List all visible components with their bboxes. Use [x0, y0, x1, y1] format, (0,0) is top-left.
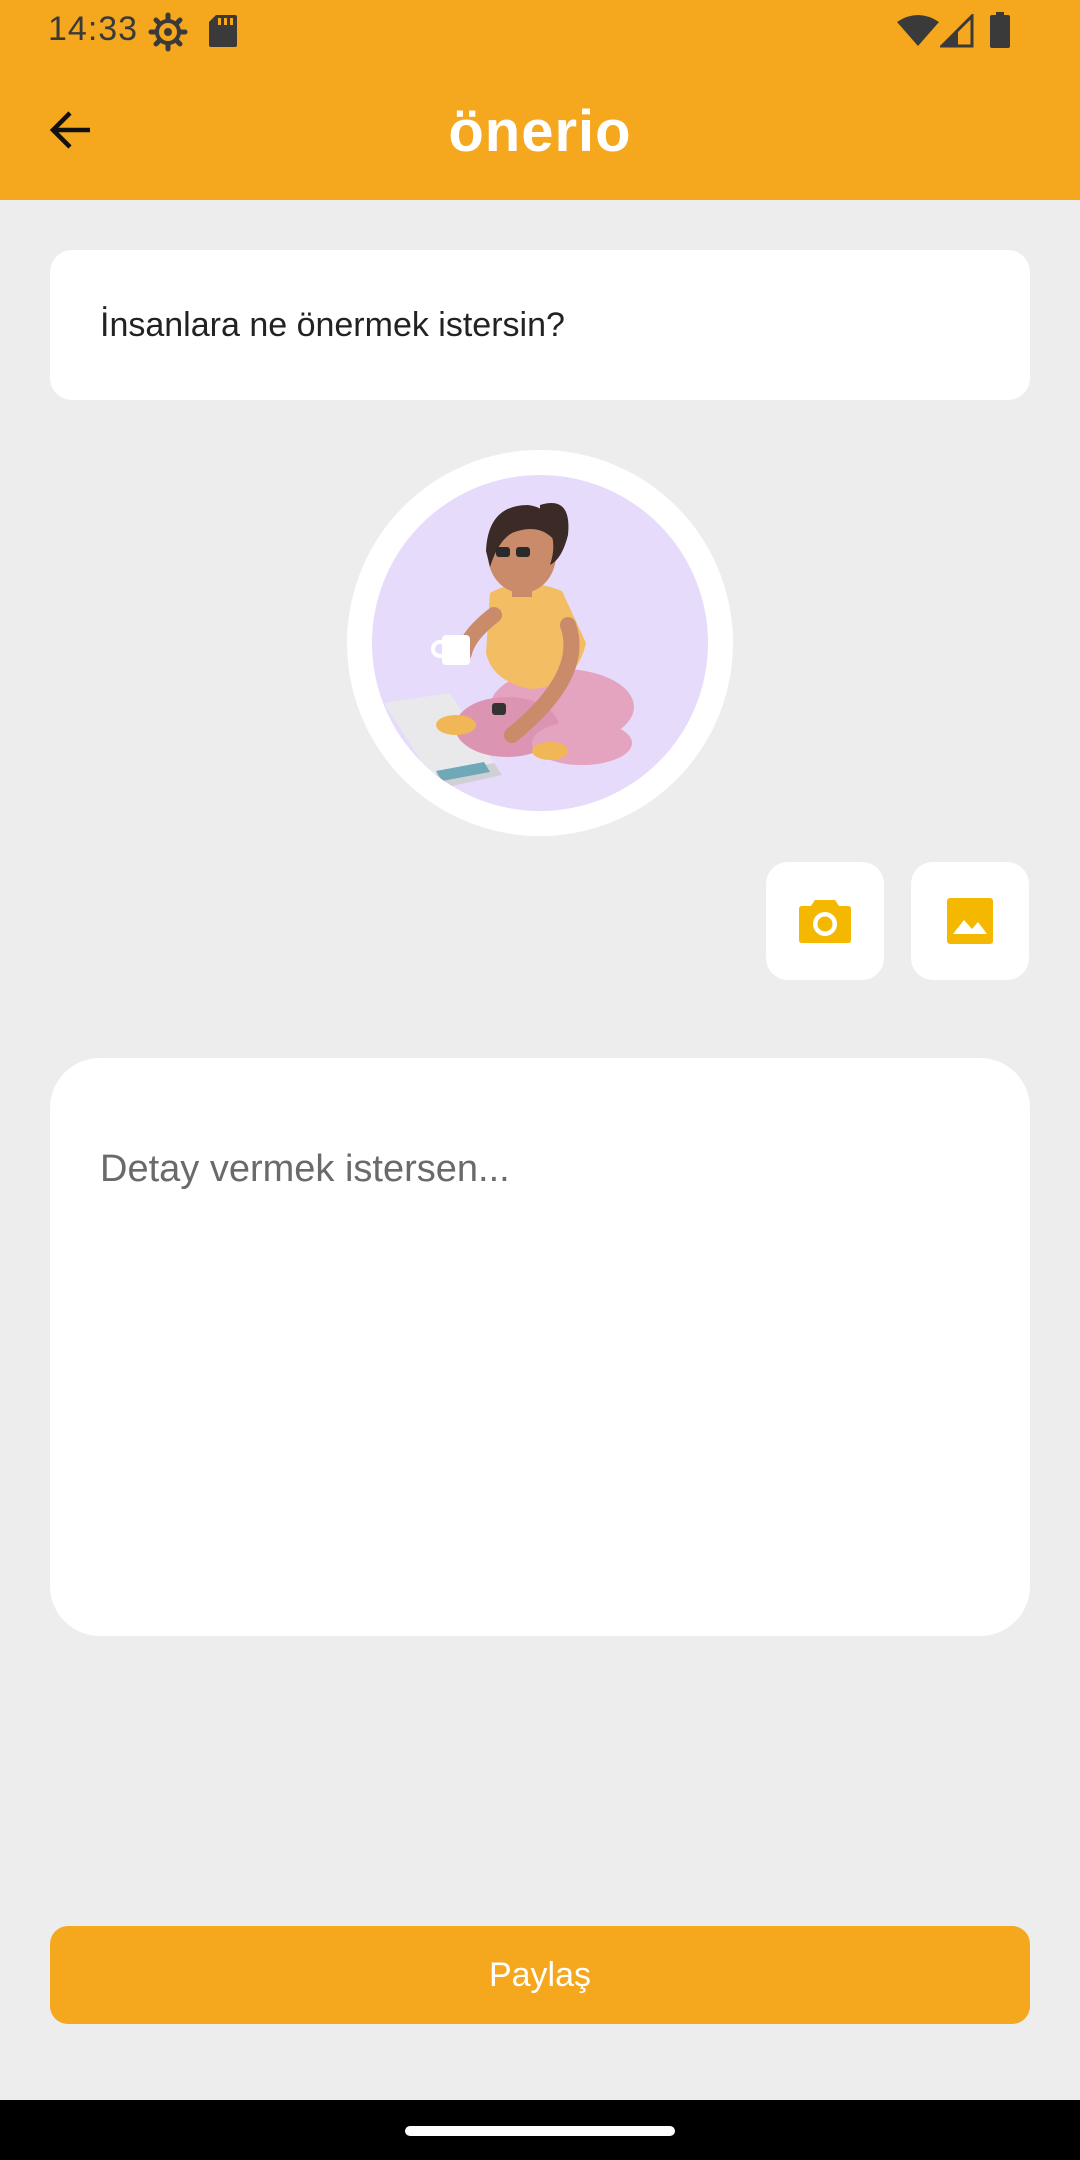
- navigation-bar: [0, 2100, 1080, 2160]
- camera-icon: [799, 900, 851, 943]
- app-header: 14:33 önerio: [0, 0, 1080, 200]
- avatar-frame[interactable]: [347, 450, 733, 836]
- detail-textarea[interactable]: Detay vermek istersen...: [50, 1058, 1030, 1636]
- signal-icon: [940, 14, 974, 48]
- share-button[interactable]: Paylaş: [50, 1926, 1030, 2024]
- status-bar: 14:33: [0, 0, 1080, 60]
- avatar-illustration: [384, 503, 634, 789]
- avatar: [372, 475, 708, 811]
- wifi-icon: [897, 15, 939, 46]
- share-button-label: Paylaş: [488, 1955, 592, 1994]
- gear-icon: [148, 12, 188, 52]
- gallery-button[interactable]: [911, 862, 1029, 980]
- status-time: 14:33: [48, 10, 139, 48]
- suggestion-title-placeholder: İnsanlara ne önermek istersin?: [100, 305, 565, 344]
- battery-icon: [990, 12, 1010, 48]
- suggestion-title-input[interactable]: İnsanlara ne önermek istersin?: [50, 250, 1030, 400]
- app-title: önerio: [448, 99, 632, 164]
- image-icon: [947, 898, 993, 944]
- detail-placeholder: Detay vermek istersen...: [100, 1148, 510, 1190]
- home-indicator[interactable]: [405, 2126, 675, 2136]
- sd-card-icon: [209, 15, 237, 47]
- camera-button[interactable]: [766, 862, 884, 980]
